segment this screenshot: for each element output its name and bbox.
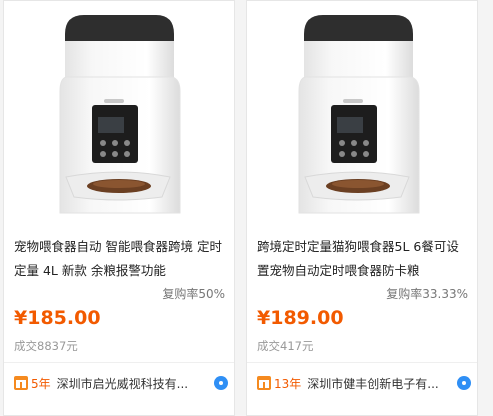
repurchase-rate: 复购率50%	[162, 287, 225, 301]
product-price: ¥189.00	[257, 307, 344, 329]
gift-icon	[257, 376, 271, 390]
chat-icon[interactable]	[214, 376, 228, 390]
gift-icon	[14, 376, 28, 390]
product-price: ¥185.00	[14, 307, 101, 329]
seller-years: 5年	[31, 376, 51, 391]
deal-amount: 成交417元	[257, 339, 314, 353]
seller-row[interactable]: 5年 深圳市启光威视科技有...	[14, 374, 228, 392]
seller-name[interactable]: 深圳市启光威视科技有...	[57, 375, 214, 392]
divider	[4, 362, 234, 363]
seller-years: 13年	[274, 376, 302, 391]
repurchase-rate: 复购率33.33%	[386, 287, 468, 301]
deal-amount: 成交8837元	[14, 339, 78, 353]
product-image[interactable]	[4, 1, 234, 226]
product-title[interactable]: 跨境定时定量猫狗喂食器5L 6餐可设置宠物自动定时喂食器防卡粮	[257, 235, 465, 283]
product-card[interactable]: 跨境定时定量猫狗喂食器5L 6餐可设置宠物自动定时喂食器防卡粮 复购率33.33…	[246, 0, 478, 416]
chat-icon[interactable]	[457, 376, 471, 390]
seller-name[interactable]: 深圳市健丰创新电子有...	[307, 375, 457, 392]
product-title[interactable]: 宠物喂食器自动 智能喂食器跨境 定时定量 4L 新款 余粮报警功能	[14, 235, 222, 283]
product-card[interactable]: 宠物喂食器自动 智能喂食器跨境 定时定量 4L 新款 余粮报警功能 复购率50%…	[3, 0, 235, 416]
divider	[247, 362, 477, 363]
product-image[interactable]	[247, 1, 477, 226]
seller-row[interactable]: 13年 深圳市健丰创新电子有...	[257, 374, 471, 392]
